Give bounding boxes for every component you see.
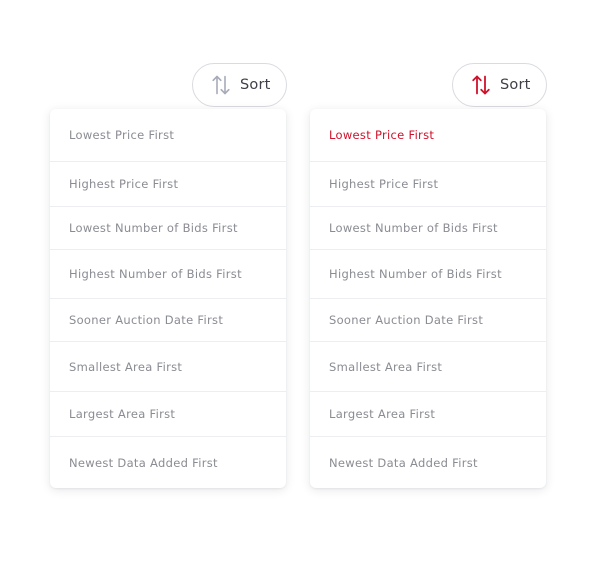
sort-option-sooner-auction-date[interactable]: Sooner Auction Date First bbox=[50, 298, 286, 341]
sort-option-smallest-area[interactable]: Smallest Area First bbox=[310, 341, 546, 391]
sort-arrows-icon bbox=[472, 75, 490, 95]
sort-option-highest-price[interactable]: Highest Price First bbox=[310, 161, 546, 206]
sort-options-menu-active: Lowest Price First Highest Price First L… bbox=[310, 109, 546, 488]
sort-options-menu: Lowest Price First Highest Price First L… bbox=[50, 109, 286, 488]
sort-demo: Sort Lowest Price First Highest Price Fi… bbox=[0, 0, 602, 563]
sort-option-newest-data[interactable]: Newest Data Added First bbox=[50, 436, 286, 488]
sort-arrows-icon bbox=[212, 75, 230, 95]
sort-option-newest-data[interactable]: Newest Data Added First bbox=[310, 436, 546, 488]
sort-option-highest-price[interactable]: Highest Price First bbox=[50, 161, 286, 206]
sort-option-lowest-bids[interactable]: Lowest Number of Bids First bbox=[310, 206, 546, 249]
sort-option-largest-area[interactable]: Largest Area First bbox=[310, 391, 546, 436]
sort-option-highest-bids[interactable]: Highest Number of Bids First bbox=[50, 249, 286, 298]
sort-option-largest-area[interactable]: Largest Area First bbox=[50, 391, 286, 436]
sort-option-lowest-price[interactable]: Lowest Price First bbox=[310, 109, 546, 161]
sort-option-smallest-area[interactable]: Smallest Area First bbox=[50, 341, 286, 391]
sort-option-lowest-price[interactable]: Lowest Price First bbox=[50, 109, 286, 161]
sort-option-sooner-auction-date[interactable]: Sooner Auction Date First bbox=[310, 298, 546, 341]
sort-button-label: Sort bbox=[500, 77, 531, 93]
sort-option-lowest-bids[interactable]: Lowest Number of Bids First bbox=[50, 206, 286, 249]
sort-button-label: Sort bbox=[240, 77, 271, 93]
sort-button[interactable]: Sort bbox=[192, 63, 287, 107]
sort-option-highest-bids[interactable]: Highest Number of Bids First bbox=[310, 249, 546, 298]
sort-button-active[interactable]: Sort bbox=[452, 63, 547, 107]
